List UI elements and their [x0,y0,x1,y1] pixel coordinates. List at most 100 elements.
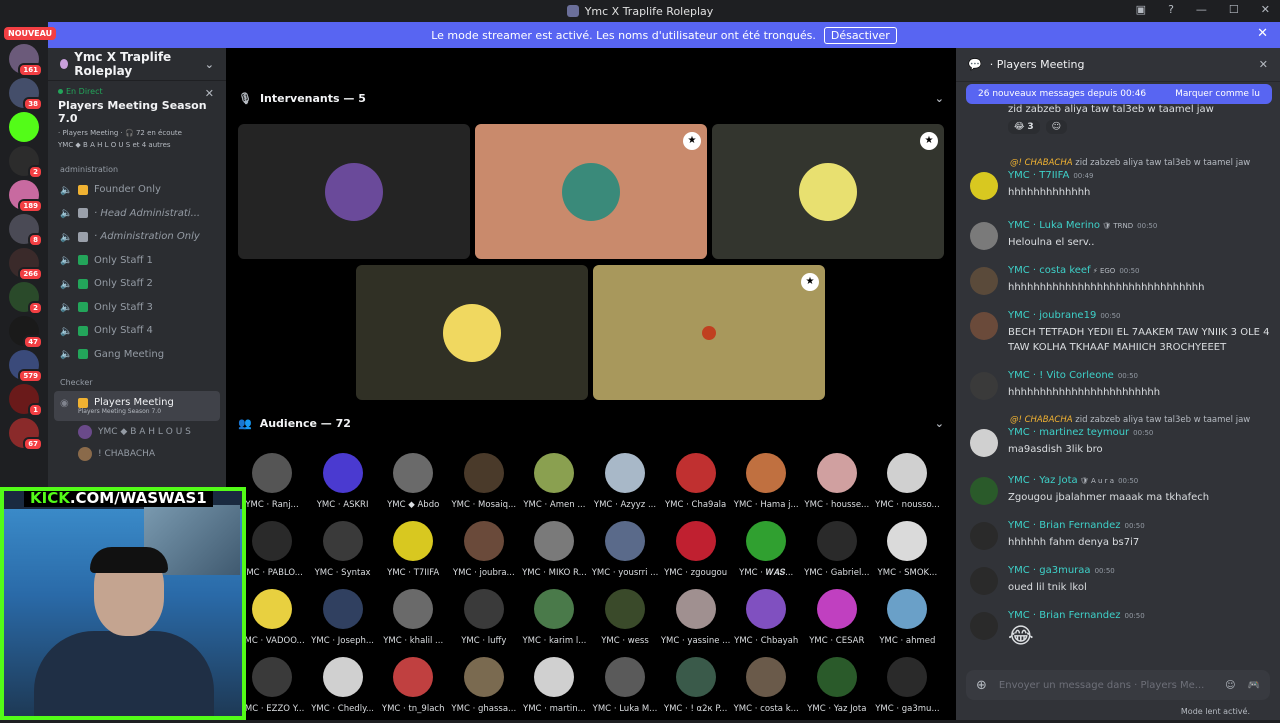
author-name[interactable]: Brian Fernandez [1039,610,1120,621]
server-icon[interactable]: 8 [9,214,43,247]
avatar[interactable] [970,612,998,640]
avatar[interactable] [970,267,998,295]
avatar[interactable] [970,429,998,457]
audience-member[interactable]: YMC · Luka M... [590,657,660,723]
category-checker[interactable]: Checker [48,366,226,391]
audience-member[interactable]: YMC · nousso... [872,453,942,519]
author-prefix[interactable]: YMC · [1008,565,1039,576]
channel-item[interactable]: 🔈 · Administration Only [48,225,226,249]
audience-member[interactable]: YMC · yousrri ... [590,521,660,587]
channel-players-meeting[interactable]: ◉ Players Meeting Players Meeting Season… [54,391,220,421]
audience-member[interactable]: YMC · VADOO... [237,589,307,655]
new-messages-bar[interactable]: 26 nouveaux messages depuis 00:46 Marque… [966,84,1272,104]
server-icon[interactable]: 2 [9,146,43,179]
avatar[interactable] [970,312,998,340]
audience-member[interactable]: YMC · Joseph... [308,589,378,655]
audience-member[interactable]: YMC · costa k... [731,657,801,723]
audience-member[interactable]: YMC · yassine ... [661,589,731,655]
server-icon[interactable]: 67 [9,418,43,451]
channel-item[interactable]: 🔈 · Head Administrati... [48,202,226,226]
author-name[interactable]: joubrane19 [1039,310,1096,321]
composer-placeholder[interactable]: Envoyer un message dans · Players Me... [999,680,1204,691]
author-name[interactable]: ga3muraa [1039,565,1090,576]
audience-member[interactable]: YMC · Yaz Jota [802,657,872,723]
server-icon[interactable]: 579 [9,350,43,383]
audience-member[interactable]: YMC · ! α2к P... [661,657,731,723]
chevron-down-icon[interactable]: ⌄ [935,92,944,105]
author-name[interactable]: Yaz Jota [1039,475,1077,486]
speaker-tile[interactable]: ★ [712,124,944,259]
close-window-button[interactable]: ✕ [1261,3,1270,16]
author-name[interactable]: T7IIFA [1039,170,1069,181]
author-prefix[interactable]: YMC · [1008,520,1039,531]
author-prefix[interactable]: YMC · [1008,370,1039,381]
audience-member[interactable]: YMC · EZZO Y... [237,657,307,723]
avatar[interactable] [970,172,998,200]
inbox-icon[interactable]: ▣ [1136,3,1146,16]
close-icon[interactable]: ✕ [1257,26,1268,41]
maximize-button[interactable]: ☐ [1229,3,1239,16]
server-icon[interactable]: 47 [9,316,43,349]
author-name[interactable]: martinez teymour [1039,427,1129,438]
audience-member[interactable]: YMC · Mosaiq... [449,453,519,519]
author-name[interactable]: ! Vito Corleone [1039,370,1114,381]
server-icon[interactable]: 161 [9,44,43,77]
attach-plus-icon[interactable]: ⊕ [976,678,987,693]
channel-item[interactable]: 🔈 Only Staff 4 [48,319,226,343]
audience-member[interactable]: YMC · ghassa... [449,657,519,723]
speaker-tile[interactable] [356,265,588,400]
audience-member[interactable]: YMC · 𝑾𝑨𝑺... [731,521,801,587]
reaction-laugh[interactable]: 😂 3 [1008,120,1040,134]
server-icon[interactable] [9,112,39,142]
audience-member[interactable]: YMC · Gabriel... [802,521,872,587]
avatar[interactable] [970,477,998,505]
avatar[interactable] [970,522,998,550]
category-administration[interactable]: administration [48,153,226,178]
audience-member[interactable]: YMC · karim l... [519,589,589,655]
channel-item[interactable]: 🔈 Only Staff 2 [48,272,226,296]
author-name[interactable]: Brian Fernandez [1039,520,1120,531]
avatar[interactable] [970,567,998,595]
reply-preview[interactable]: @! CHABACHA zid zabzeb aliya taw tal3eb … [1010,158,1250,168]
guild-header[interactable]: Ymc X Traplife Roleplay ⌄ [48,48,226,81]
audience-member[interactable]: YMC · luffy [449,589,519,655]
audience-member[interactable]: YMC · PABLO... [237,521,307,587]
author-prefix[interactable]: YMC · [1008,427,1039,438]
speakers-header[interactable]: 🎙 Intervenants — 5 ⌄ [238,88,944,108]
audience-member[interactable]: YMC · Syntax [308,521,378,587]
close-icon[interactable]: ✕ [205,87,214,100]
author-prefix[interactable]: YMC · [1008,220,1039,231]
audience-member[interactable]: YMC · ASKRI [308,453,378,519]
author-prefix[interactable]: YMC · [1008,475,1039,486]
audience-member[interactable]: YMC · Chedly... [308,657,378,723]
audience-member[interactable]: YMC · SMOK... [872,521,942,587]
help-icon[interactable]: ? [1168,3,1174,16]
audience-member[interactable]: YMC ◆ Abdo [378,453,448,519]
channel-member[interactable]: ! CHABACHA [48,443,226,465]
speaker-tile[interactable] [238,124,470,259]
audience-member[interactable]: YMC · Hama j... [731,453,801,519]
audience-header[interactable]: 👥 Audience — 72 ⌄ [238,413,944,433]
chevron-down-icon[interactable]: ⌄ [935,417,944,430]
audience-member[interactable]: YMC · wess [590,589,660,655]
audience-member[interactable]: YMC · MIKO R... [519,521,589,587]
server-icon[interactable]: 266 [9,248,43,281]
mark-as-read-button[interactable]: Marquer comme lu [1175,89,1260,99]
author-prefix[interactable]: YMC · [1008,265,1039,276]
live-stage-panel[interactable]: En Direct Players Meeting Season 7.0 · P… [48,81,226,153]
close-icon[interactable]: ✕ [1259,58,1268,71]
audience-member[interactable]: YMC · Amen ... [519,453,589,519]
audience-member[interactable]: YMC · Cha9ala [661,453,731,519]
audience-member[interactable]: YMC · joubra... [449,521,519,587]
audience-member[interactable]: YMC · ahmed [872,589,942,655]
audience-member[interactable]: YMC · tn_9lach [378,657,448,723]
channel-item[interactable]: 🔈 Only Staff 3 [48,296,226,320]
audience-member[interactable]: YMC · Ranj... [237,453,307,519]
audience-member[interactable]: YMC · khalil ... [378,589,448,655]
speaker-tile[interactable]: ★ [593,265,825,400]
audience-member[interactable]: YMC · zgougou [661,521,731,587]
audience-member[interactable]: YMC · ga3mu... [872,657,942,723]
author-name[interactable]: costa keef [1039,265,1090,276]
minimize-button[interactable]: — [1196,3,1207,16]
add-reaction-icon[interactable]: ☺ [1045,120,1068,134]
